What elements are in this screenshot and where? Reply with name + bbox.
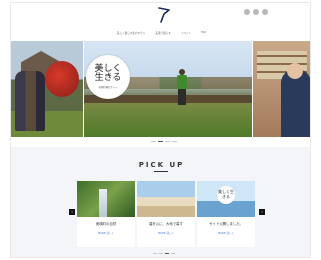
hero-pagination	[151, 141, 177, 142]
hero-slider[interactable]: 美しく生きる 美瑛町移住サイト	[11, 41, 310, 137]
card-badge: 美しく生きる	[217, 186, 235, 204]
pickup-section: PICK UP ‹ › 美瑛町の自然 MORE 詳しく 農を心に、大地で暮す M…	[11, 147, 310, 257]
hero-badge: 美しく生きる 美瑛町移住サイト	[86, 55, 130, 99]
slide-worker-photo	[253, 41, 310, 137]
twitter-icon[interactable]	[253, 9, 259, 15]
pickup-cards: 美瑛町の自然 MORE 詳しく 農を心に、大地で暮す MORE 詳しく 美しく生…	[77, 181, 257, 247]
page-frame: 美しく暮らす北のマチへ 美瑛で暮らす イベント FAQ 美しく生きる 美瑛町移住…	[10, 2, 311, 258]
facebook-icon[interactable]	[244, 9, 250, 15]
nav-item-events[interactable]: イベント	[181, 31, 191, 35]
hero-dot[interactable]	[172, 141, 177, 142]
hero-dot[interactable]	[151, 141, 156, 142]
next-arrow-icon[interactable]: ›	[259, 209, 265, 215]
family-image	[15, 71, 45, 131]
pickup-dot[interactable]	[153, 253, 157, 254]
slide-farmer-photo: 美しく生きる 美瑛町移住サイト	[84, 41, 252, 137]
pickup-dot[interactable]	[171, 253, 175, 254]
site-logo[interactable]	[157, 7, 171, 23]
card-thumbnail-beach	[137, 181, 195, 217]
card-more-link[interactable]: MORE 詳しく	[197, 231, 255, 235]
card-title: サイト公開しました。	[209, 222, 243, 226]
card-more-link[interactable]: MORE 詳しく	[77, 231, 135, 235]
slide-family-photo	[11, 41, 83, 137]
pickup-dot[interactable]	[159, 253, 163, 254]
badge-title: 美しく生きる	[94, 64, 122, 83]
hero-dot[interactable]	[165, 141, 170, 142]
red-tree-image	[45, 61, 79, 97]
pickup-dot-active[interactable]	[165, 253, 169, 254]
pickup-pagination	[153, 253, 175, 254]
worker-head-image	[287, 63, 303, 79]
social-links	[244, 9, 268, 15]
pickup-underline	[154, 171, 168, 172]
pickup-card[interactable]: 農を心に、大地で暮す MORE 詳しく	[137, 181, 195, 247]
prev-arrow-icon[interactable]: ‹	[69, 209, 75, 215]
pickup-card[interactable]: 美しく生きる サイト公開しました。 MORE 詳しく	[197, 181, 255, 247]
pickup-title: PICK UP	[138, 161, 185, 169]
farmer-image	[176, 69, 188, 107]
card-more-link[interactable]: MORE 詳しく	[137, 231, 195, 235]
instagram-icon[interactable]	[262, 9, 268, 15]
main-nav: 美しく暮らす北のマチへ 美瑛で暮らす イベント FAQ	[11, 31, 310, 35]
card-title: 美瑛町の自然	[95, 222, 117, 226]
worker-image	[281, 69, 310, 137]
badge-subtitle: 美瑛町移住サイト	[98, 86, 118, 89]
card-thumbnail-sky: 美しく生きる	[197, 181, 255, 217]
nav-item-living[interactable]: 美瑛で暮らす	[155, 31, 171, 35]
card-title: 農を心に、大地で暮す	[149, 222, 183, 226]
hero-dot-active[interactable]	[158, 141, 163, 142]
nav-item-home[interactable]: 美しく暮らす北のマチへ	[117, 31, 145, 35]
pickup-card[interactable]: 美瑛町の自然 MORE 詳しく	[77, 181, 135, 247]
site-header: 美しく暮らす北のマチへ 美瑛で暮らす イベント FAQ	[11, 3, 310, 41]
grass-field-image	[84, 103, 252, 137]
nav-item-faq[interactable]: FAQ	[201, 31, 206, 35]
card-thumbnail-waterfall	[77, 181, 135, 217]
